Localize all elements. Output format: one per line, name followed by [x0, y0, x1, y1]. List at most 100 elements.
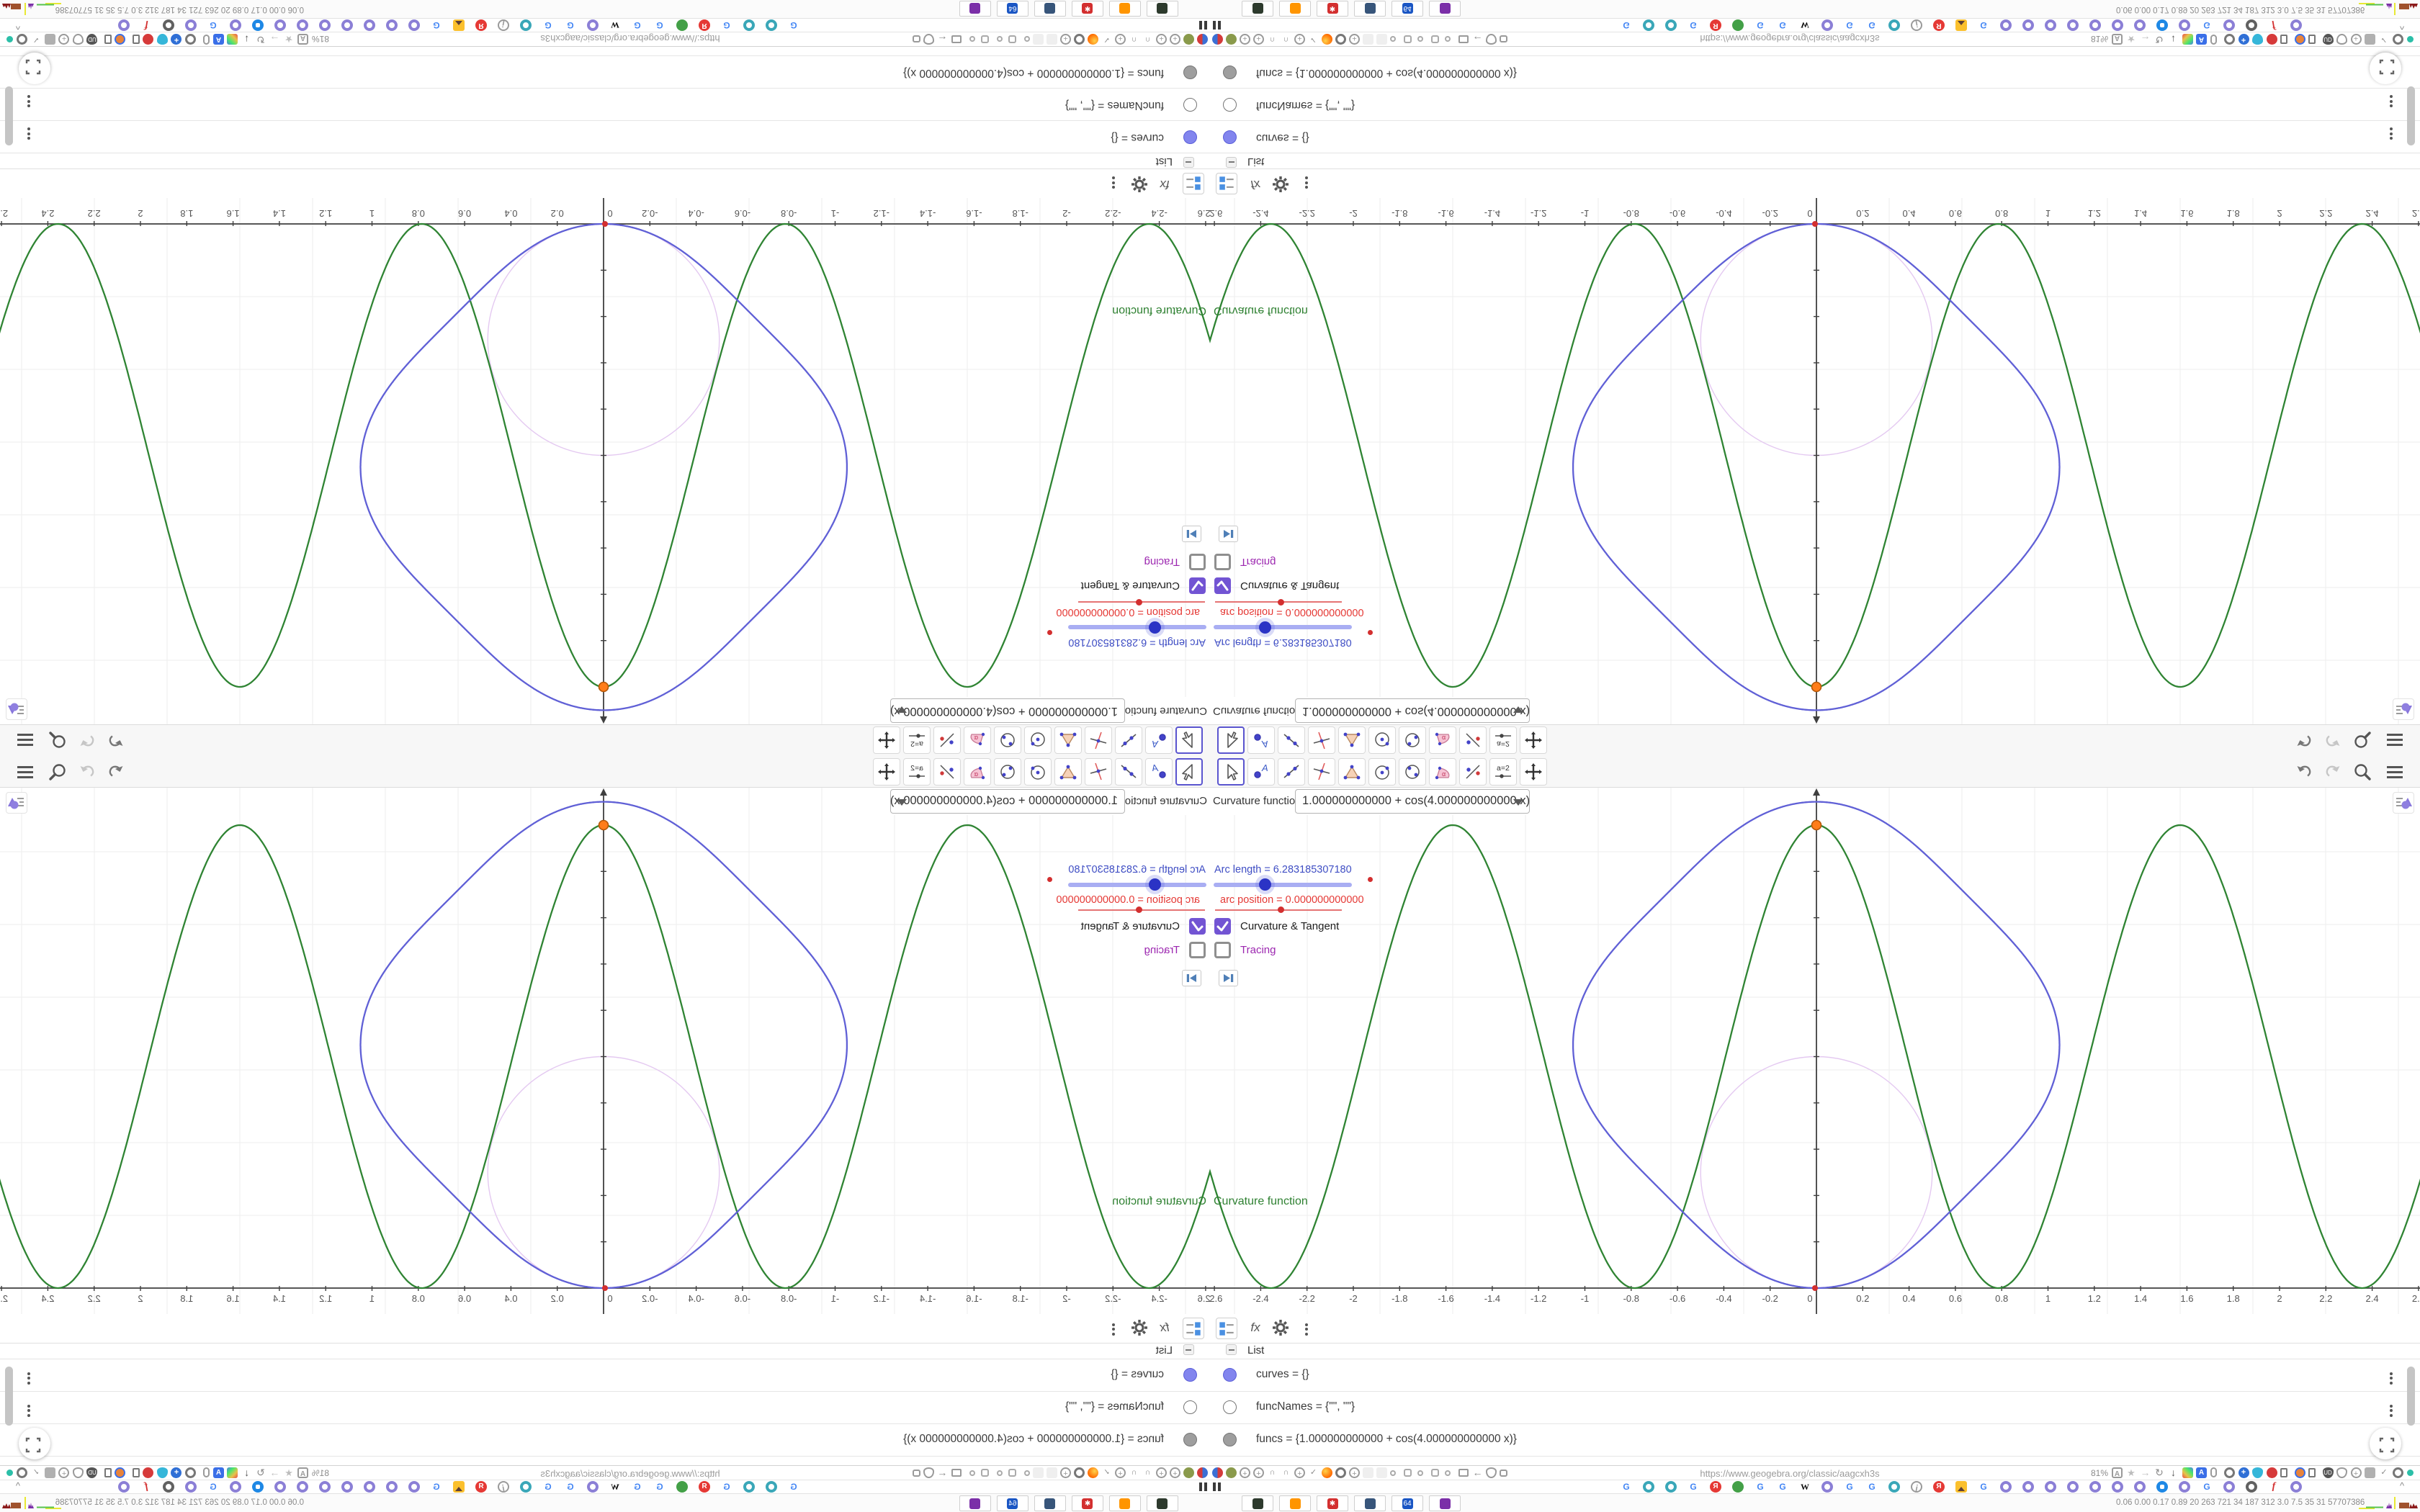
firefox-icon[interactable] — [1322, 34, 1332, 45]
undo-button[interactable] — [105, 730, 125, 750]
algebra-row-text[interactable]: funcNames = {"", ""} — [1256, 99, 1355, 112]
tab-favicon-w[interactable]: W — [609, 1481, 621, 1493]
firefox-app-taskbar-button[interactable] — [1279, 1, 1311, 17]
wrench-icon[interactable]: ✓ — [1308, 1467, 1319, 1478]
visibility-toggle-funcnames[interactable] — [1223, 98, 1237, 112]
redo-button[interactable] — [2322, 730, 2342, 750]
tab-favicon-flower[interactable] — [2223, 1481, 2235, 1493]
tab-favicon-flower[interactable] — [297, 1481, 308, 1493]
algebra-row-text[interactable]: funcs = {1.000000000000 + cos(4.00000000… — [1256, 66, 1517, 79]
tab-favicon-flower[interactable] — [2179, 19, 2190, 31]
arc-position-slider[interactable] — [1215, 599, 1342, 606]
algebra-row-funcnames[interactable]: funcNames = {"", ""} — [1210, 88, 2420, 120]
visibility-toggle-funcs[interactable] — [1183, 66, 1197, 79]
tab-favicon-oct[interactable] — [676, 19, 688, 31]
globe-icon[interactable]: + — [1060, 1467, 1071, 1478]
tab-scroll-caret-icon[interactable]: ^ — [2400, 1480, 2404, 1491]
tab-favicon-flower[interactable] — [364, 19, 375, 31]
sq-icon[interactable] — [1404, 35, 1412, 43]
tab-favicon-oct[interactable] — [676, 1481, 688, 1493]
algebra-sort-button[interactable] — [1216, 173, 1237, 194]
globe-color-icon[interactable] — [2294, 1467, 2305, 1478]
tab-favicon-g[interactable]: G — [721, 1481, 732, 1493]
slider-tool-button[interactable]: a=2 — [903, 726, 931, 754]
dot-icon[interactable] — [1445, 36, 1451, 42]
tab-favicon-g[interactable]: G — [632, 1481, 643, 1493]
fx-style-button[interactable]: fx — [1154, 1318, 1175, 1339]
tab-favicon-flower[interactable] — [2089, 1481, 2101, 1493]
ghost-icon[interactable] — [1363, 1467, 1373, 1478]
wave-icon[interactable]: ∩ — [1142, 1467, 1153, 1478]
fullscreen-button[interactable] — [2370, 53, 2401, 84]
settings-app-taskbar-button[interactable]: ✱ — [1317, 1, 1348, 17]
collapse-list-button[interactable] — [1226, 1344, 1237, 1355]
settings-app-taskbar-button[interactable]: ✱ — [1072, 1495, 1103, 1511]
tab-favicon-flower[interactable] — [274, 19, 286, 31]
tab-favicon-flower[interactable] — [587, 19, 599, 31]
dot-red-icon[interactable] — [2266, 34, 2277, 45]
floppy-64-app-taskbar-button[interactable]: 64 — [997, 1, 1028, 17]
row-menu-icon[interactable] — [27, 94, 30, 109]
tab-favicon-chat[interactable] — [252, 19, 264, 31]
tab-favicon-flower[interactable] — [2290, 1481, 2302, 1493]
tracing-checkbox[interactable] — [1189, 942, 1206, 958]
perpendicular-line-tool-button[interactable] — [1085, 726, 1112, 754]
angle-tool-button[interactable]: α — [964, 726, 991, 754]
tab-favicon-g[interactable]: G — [1754, 19, 1766, 31]
conic-tool-button[interactable] — [994, 726, 1021, 754]
globe-icon[interactable]: + — [1170, 1467, 1180, 1478]
tab-favicon-knot[interactable] — [1643, 1481, 1654, 1493]
dot-teal-icon[interactable] — [6, 1470, 14, 1476]
move-tool-button[interactable] — [1217, 726, 1245, 754]
arc-position-point[interactable] — [1812, 221, 1818, 227]
curvature-tangent-checkbox-label[interactable]: Curvature & Tangent — [1081, 580, 1180, 592]
perpendicular-line-tool-button[interactable] — [1085, 758, 1112, 786]
sq-icon[interactable] — [981, 35, 989, 43]
tracing-checkbox-label[interactable]: Tracing — [1240, 556, 1276, 568]
reflect-tool-button[interactable] — [933, 726, 961, 754]
shield-icon[interactable] — [2336, 34, 2347, 45]
algebra-sort-button[interactable] — [1216, 1318, 1237, 1339]
arc-position-point[interactable] — [602, 221, 608, 227]
globe-icon[interactable]: + — [58, 34, 70, 45]
olive-icon[interactable] — [1183, 34, 1194, 45]
reload-icon[interactable]: ↻ — [2154, 34, 2165, 45]
zoom-search-button[interactable] — [48, 762, 68, 782]
trash-icon[interactable] — [2308, 1468, 2316, 1477]
tab-favicon-flower[interactable] — [386, 1481, 398, 1493]
tab-favicon-knot[interactable] — [1665, 19, 1677, 31]
tab-favicon-knot[interactable] — [743, 19, 755, 31]
plus-icon[interactable]: + — [171, 1467, 182, 1478]
collapse-list-button[interactable] — [1226, 157, 1237, 168]
polygon-tool-button[interactable] — [1338, 726, 1366, 754]
tab-favicon-f[interactable]: f — [140, 1481, 152, 1493]
arc-position-point[interactable] — [1812, 1285, 1818, 1291]
algebra-row-text[interactable]: funcNames = {"", ""} — [1065, 99, 1164, 112]
algebra-scrollbar[interactable] — [5, 1367, 13, 1426]
perpendicular-line-tool-button[interactable] — [1308, 726, 1335, 754]
visibility-toggle-funcnames[interactable] — [1223, 1400, 1237, 1414]
tab-favicon-photo[interactable] — [453, 19, 465, 31]
globe-icon[interactable]: + — [1240, 34, 1250, 45]
url-text[interactable]: https://www.geogebra.org/classic/aagcxh3… — [1682, 1468, 1898, 1479]
dot-icon[interactable] — [997, 1470, 1003, 1476]
dot-icon[interactable] — [997, 36, 1003, 42]
tab-favicon-photo[interactable] — [1955, 1481, 1967, 1493]
dot-teal-icon[interactable] — [6, 36, 14, 42]
firefox-app-taskbar-button[interactable] — [1279, 1495, 1311, 1511]
tab-favicon-flower[interactable] — [2045, 1481, 2056, 1493]
tab-favicon-g[interactable]: G — [431, 1481, 442, 1493]
line-tool-button[interactable] — [1115, 726, 1142, 754]
shield-icon[interactable] — [923, 34, 934, 45]
angle-tool-button[interactable]: α — [1429, 726, 1456, 754]
url-text[interactable]: https://www.geogebra.org/classic/aagcxh3… — [522, 1468, 738, 1479]
ghost-icon[interactable] — [1376, 1467, 1387, 1478]
shield-cyan-icon[interactable] — [157, 34, 168, 45]
balloon-icon[interactable] — [1212, 1467, 1223, 1478]
slider-tool-button[interactable]: a=2 — [903, 758, 931, 786]
translate-icon[interactable]: A — [297, 34, 308, 45]
tracing-checkbox-label[interactable]: Tracing — [1240, 944, 1276, 956]
circle-center-point-tool-button[interactable] — [1024, 726, 1052, 754]
globe-icon[interactable]: + — [58, 1467, 70, 1478]
tab-favicon-g[interactable]: G — [1844, 19, 1855, 31]
